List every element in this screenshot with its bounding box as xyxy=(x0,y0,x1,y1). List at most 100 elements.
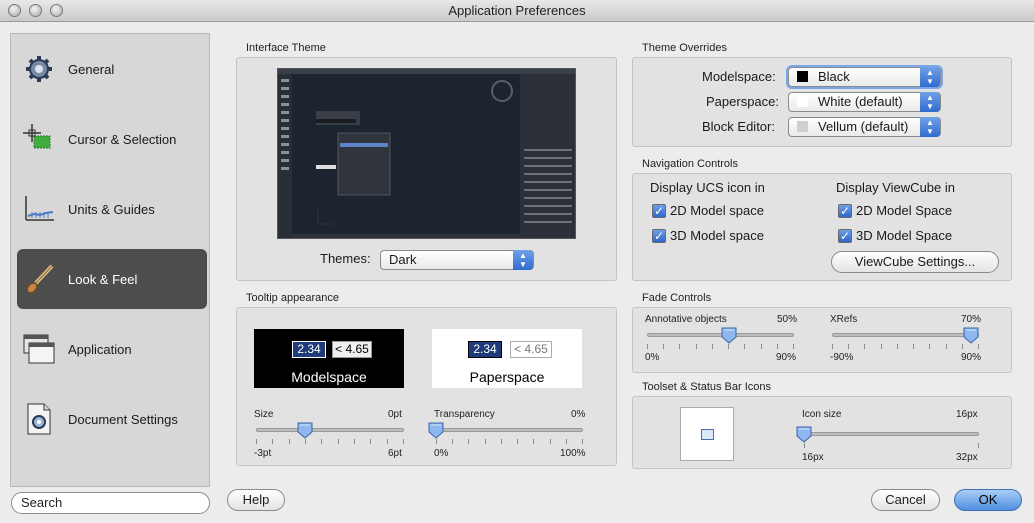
title-bar: Application Preferences xyxy=(0,0,1034,22)
paperspace-override-value: White (default) xyxy=(818,94,903,109)
sidebar-item-label: Application xyxy=(68,341,132,357)
sidebar-item-units-guides[interactable]: Units & Guides xyxy=(17,179,207,239)
ucs-3d-label: 3D Model space xyxy=(670,228,764,243)
themes-select[interactable]: Dark ▲ ▼ xyxy=(380,250,534,270)
slider-ticks xyxy=(804,443,979,448)
sidebar-item-label: Look & Feel xyxy=(68,271,138,287)
slider-knob[interactable] xyxy=(428,422,444,439)
sidebar-item-label: Document Settings xyxy=(68,411,178,427)
slider-tick xyxy=(517,439,519,444)
slider-tick xyxy=(978,443,979,448)
slider-ticks xyxy=(436,439,583,444)
cancel-button[interactable]: Cancel xyxy=(871,489,940,511)
icon-size-slider[interactable] xyxy=(796,426,979,454)
windows-icon xyxy=(21,331,57,367)
annotative-fade-slider[interactable] xyxy=(647,327,794,355)
ucs-heading: Display UCS icon in xyxy=(650,180,765,195)
slider-knob[interactable] xyxy=(963,327,979,344)
slider-tick xyxy=(272,439,274,444)
annotative-slider-max: 90% xyxy=(776,352,797,363)
modelspace-tooltip-label: Modelspace xyxy=(291,369,367,385)
crosshair-icon xyxy=(21,121,57,157)
xrefs-fade-slider[interactable] xyxy=(832,327,979,355)
sidebar-item-general[interactable]: General xyxy=(17,39,207,99)
slider-tick xyxy=(386,439,388,444)
tooltip-appearance-title: Tooltip appearance xyxy=(246,292,339,304)
slider-tick xyxy=(880,344,882,349)
slider-tick xyxy=(321,439,323,444)
slider-track[interactable] xyxy=(256,428,404,432)
sidebar-item-look-feel[interactable]: Look & Feel xyxy=(17,249,207,309)
help-button[interactable]: Help xyxy=(227,489,285,511)
block-editor-override-select[interactable]: Vellum (default) ▲ ▼ xyxy=(788,117,941,137)
paperspace-tooltip-value1: 2.34 xyxy=(468,341,502,358)
sidebar-item-application[interactable]: Application xyxy=(17,319,207,379)
ucs-3d-checkbox[interactable]: ✓ xyxy=(652,229,666,243)
slider-tick xyxy=(978,344,979,349)
slider-tick xyxy=(663,344,665,349)
size-slider-min: -3pt xyxy=(254,448,272,459)
paperspace-override-label: Paperspace: xyxy=(706,94,779,109)
paperspace-tooltip-preview: 2.34 < 4.65 Paperspace xyxy=(432,329,582,388)
slider-tick xyxy=(565,439,567,444)
slider-tick xyxy=(695,344,697,349)
ok-button[interactable]: OK xyxy=(954,489,1022,511)
transparency-slider-max: 100% xyxy=(560,448,586,459)
ucs-2d-checkbox[interactable]: ✓ xyxy=(652,204,666,218)
slider-knob[interactable] xyxy=(721,327,737,344)
modelspace-override-select[interactable]: Black ▲ ▼ xyxy=(788,67,941,87)
sidebar-item-document-settings[interactable]: Document Settings xyxy=(17,389,207,449)
slider-tick xyxy=(744,344,746,349)
slider-tick xyxy=(776,344,778,349)
slider-tick xyxy=(370,439,372,444)
xrefs-slider-label: XRefs xyxy=(830,314,858,325)
sidebar-item-cursor-selection[interactable]: Cursor & Selection xyxy=(17,109,207,169)
size-slider-current: 0pt xyxy=(388,409,402,420)
annotative-slider-min: 0% xyxy=(645,352,660,363)
block-editor-override-value: Vellum (default) xyxy=(818,119,909,134)
size-slider[interactable] xyxy=(256,422,404,450)
slider-ticks xyxy=(647,344,794,349)
icon-size-max: 32px xyxy=(956,452,978,463)
fade-controls-title: Fade Controls xyxy=(642,292,712,304)
transparency-slider[interactable] xyxy=(428,422,583,450)
icon-size-preview xyxy=(680,407,734,461)
toolset-icons-title: Toolset & Status Bar Icons xyxy=(642,381,772,393)
slider-tick xyxy=(961,344,963,349)
viewcube-settings-button[interactable]: ViewCube Settings... xyxy=(831,251,999,273)
slider-tick xyxy=(436,439,437,444)
slider-tick xyxy=(711,344,713,349)
search-input[interactable]: Search xyxy=(11,492,210,514)
transparency-slider-current: 0% xyxy=(571,409,586,420)
slider-knob[interactable] xyxy=(297,422,313,439)
viewcube-3d-checkbox[interactable]: ✓ xyxy=(838,229,852,243)
slider-tick xyxy=(403,439,404,444)
slider-knob[interactable] xyxy=(796,426,812,443)
window-title: Application Preferences xyxy=(448,3,586,18)
slider-track[interactable] xyxy=(436,428,583,432)
sidebar-item-label: General xyxy=(68,61,115,77)
slider-ticks xyxy=(832,344,979,349)
viewcube-2d-checkbox[interactable]: ✓ xyxy=(838,204,852,218)
slider-tick xyxy=(832,344,833,349)
theme-preview-image xyxy=(277,68,576,239)
modelspace-tooltip-value1: 2.34 xyxy=(292,341,326,358)
chevron-updown-icon: ▲ ▼ xyxy=(920,67,940,87)
ruler-icon xyxy=(21,191,57,227)
chevron-updown-icon: ▲ ▼ xyxy=(920,92,940,112)
transparency-slider-min: 0% xyxy=(434,448,449,459)
brush-icon xyxy=(21,261,57,297)
annotative-slider-current: 50% xyxy=(777,314,798,325)
size-slider-label: Size xyxy=(254,409,274,420)
slider-track[interactable] xyxy=(832,333,979,337)
modelspace-tooltip-preview: 2.34 < 4.65 Modelspace xyxy=(254,329,404,388)
slider-tick xyxy=(256,439,257,444)
slider-tick xyxy=(647,344,648,349)
slider-track[interactable] xyxy=(804,432,979,436)
xrefs-slider-current: 70% xyxy=(961,314,982,325)
themes-select-value: Dark xyxy=(389,252,417,267)
slider-tick xyxy=(500,439,502,444)
slider-tick xyxy=(468,439,470,444)
viewcube-heading: Display ViewCube in xyxy=(836,180,955,195)
paperspace-override-select[interactable]: White (default) ▲ ▼ xyxy=(788,92,941,112)
